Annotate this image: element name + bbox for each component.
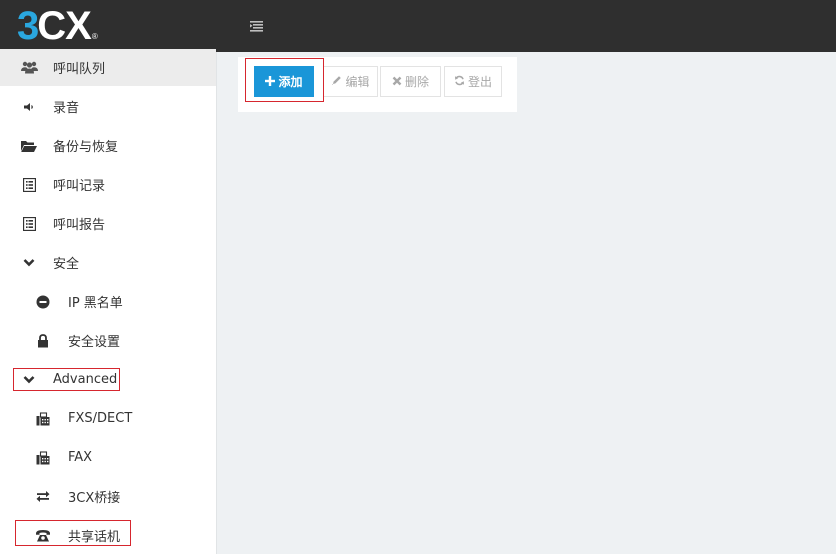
sidebar-item-label: FAX [68,450,93,465]
sidebar-item-shared-phones[interactable]: 共享话机 [0,517,216,554]
sidebar-item-label: FXS/DECT [68,411,133,426]
volume-icon [20,99,38,115]
sidebar-item-label: 呼叫记录 [53,179,106,194]
lock-icon [34,333,52,349]
top-bar: 3 CX ® [0,0,836,52]
users-icon [20,60,38,76]
sidebar-item-backup-restore[interactable]: 备份与恢复 [0,127,216,164]
sidebar-item-recordings[interactable]: 录音 [0,88,216,125]
delete-button[interactable]: 删除 [380,66,441,97]
sidebar-item-call-reports[interactable]: 呼叫报告 [0,205,216,242]
sidebar-item-3cx-bridge[interactable]: 3CX桥接 [0,478,216,515]
edit-button[interactable]: 编辑 [323,66,378,97]
sidebar-item-security-settings[interactable]: 安全设置 [0,322,216,359]
sidebar-item-label: 录音 [53,101,80,116]
sidebar-item-label: 呼叫报告 [53,218,106,233]
sidebar-item-label: 呼叫队列 [53,62,106,77]
add-button-label: 添加 [278,75,303,89]
sidebar-item-label: 3CX桥接 [68,491,121,506]
exchange-icon [34,489,52,505]
refresh-icon [454,75,465,88]
sidebar-item-fxs-dect[interactable]: FXS/DECT [0,400,216,437]
action-toolbar: 添加 编辑 删除 登出 [238,57,517,112]
phone-icon [34,528,52,544]
logo-number: 3 [17,4,39,48]
sidebar-item-ip-blacklist[interactable]: IP 黑名单 [0,283,216,320]
logo-registered-mark: ® [91,32,98,41]
sidebar-item-label: 安全设置 [68,335,121,350]
sidebar-item-label: 安全 [53,257,80,272]
logout-button[interactable]: 登出 [444,66,502,97]
sidebar-item-advanced[interactable]: Advanced [0,361,216,398]
sidebar-item-security[interactable]: 安全 [0,244,216,281]
sidebar-item-label: 共享话机 [68,530,121,545]
edit-button-label: 编辑 [345,75,370,89]
chevron-down-icon [20,255,38,271]
fax-icon [34,411,52,427]
sidebar-item-label: 备份与恢复 [53,140,119,155]
sidebar-item-call-queues[interactable]: 呼叫队列 [0,49,216,86]
sidebar-item-label: IP 黑名单 [68,296,123,311]
chevron-down-icon [20,372,38,388]
minus-circle-icon [34,294,52,310]
sidebar-item-fax[interactable]: FAX [0,439,216,476]
list-icon [20,177,38,193]
plus-icon [265,75,276,88]
list-icon [20,216,38,232]
times-icon [392,76,402,88]
pencil-icon [331,75,342,88]
folder-open-icon [20,138,38,154]
add-button[interactable]: 添加 [254,66,314,97]
delete-button-label: 删除 [404,75,429,89]
sidebar-item-call-log[interactable]: 呼叫记录 [0,166,216,203]
logout-button-label: 登出 [467,75,492,89]
logo-letters: CX [37,4,92,48]
3cx-logo[interactable]: 3 CX ® [17,6,98,46]
fax-icon [34,450,52,466]
sidebar-item-label: Advanced [53,372,118,387]
sidebar: 呼叫队列 录音 备份与恢复 呼叫记录 呼叫报告 安全 IP 黑名单 安全设置 A… [0,49,217,554]
hamburger-menu-icon[interactable] [249,18,265,32]
